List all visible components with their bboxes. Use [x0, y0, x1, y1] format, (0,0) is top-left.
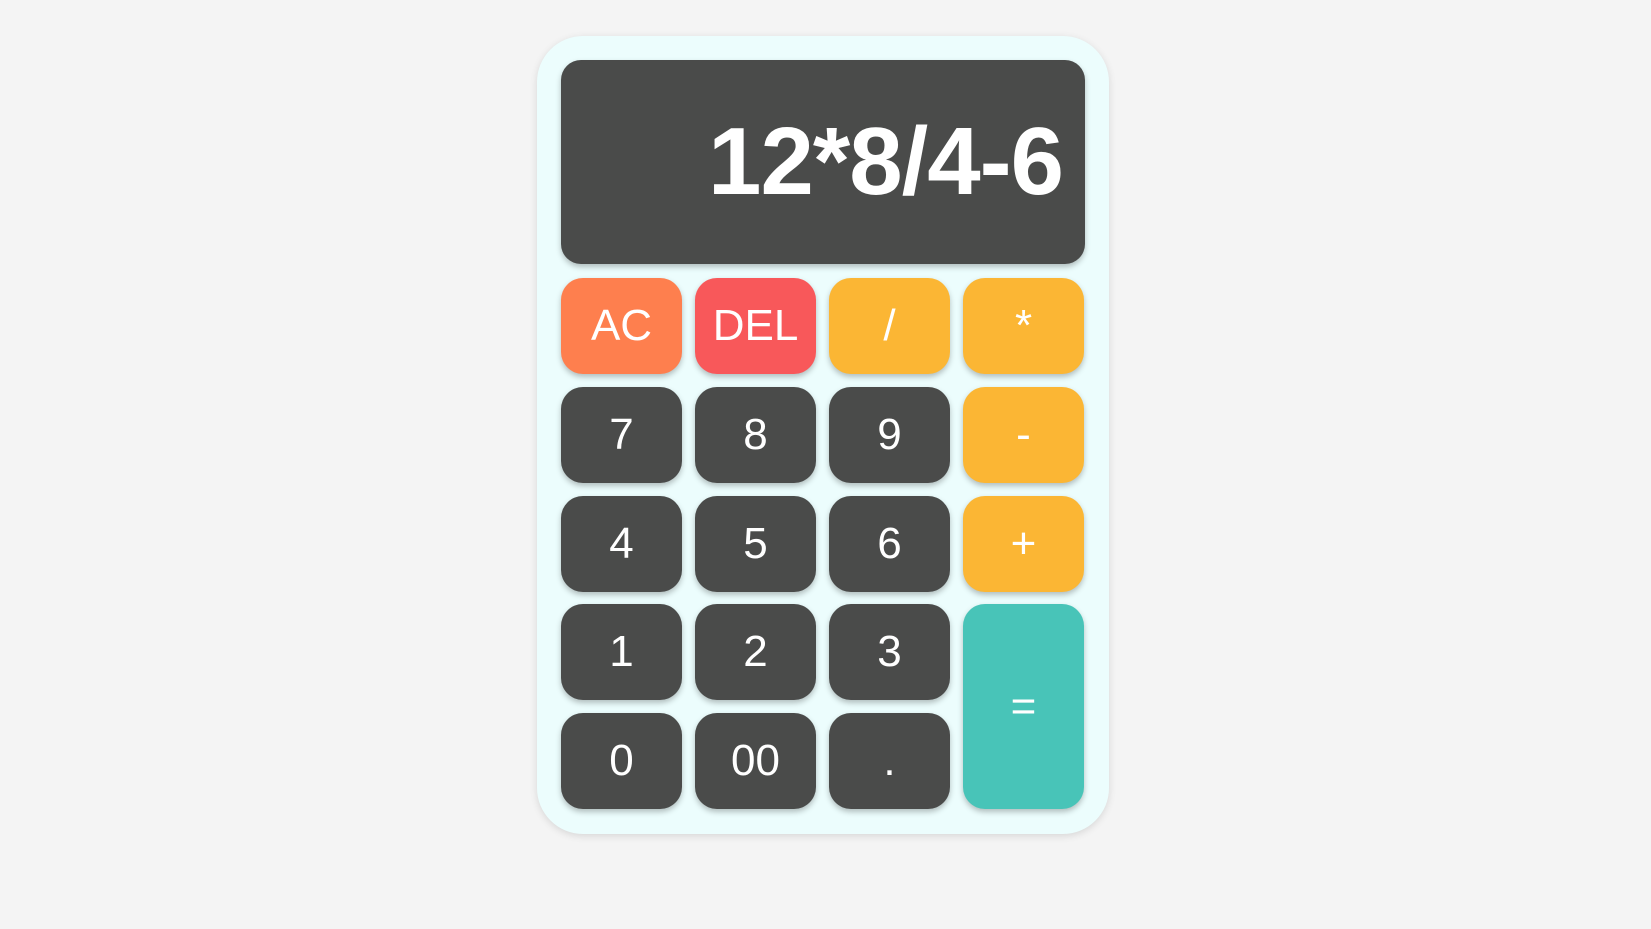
digit-3-button[interactable]: 3: [829, 604, 950, 700]
display-screen: 12*8/4-6: [561, 60, 1085, 264]
digit-8-button[interactable]: 8: [695, 387, 816, 483]
digit-4-button[interactable]: 4: [561, 496, 682, 592]
minus-button[interactable]: -: [963, 387, 1084, 483]
digit-6-button[interactable]: 6: [829, 496, 950, 592]
digit-7-button[interactable]: 7: [561, 387, 682, 483]
decimal-point-button[interactable]: .: [829, 713, 950, 809]
digit-5-button[interactable]: 5: [695, 496, 816, 592]
digit-1-button[interactable]: 1: [561, 604, 682, 700]
equals-button[interactable]: =: [963, 604, 1084, 809]
digit-9-button[interactable]: 9: [829, 387, 950, 483]
all-clear-button[interactable]: AC: [561, 278, 682, 374]
digit-0-button[interactable]: 0: [561, 713, 682, 809]
divide-button[interactable]: /: [829, 278, 950, 374]
digit-2-button[interactable]: 2: [695, 604, 816, 700]
double-zero-button[interactable]: 00: [695, 713, 816, 809]
delete-button[interactable]: DEL: [695, 278, 816, 374]
calculator: 12*8/4-6 AC DEL / * 7 8 9 - 4 5 6 + 1 2 …: [537, 36, 1109, 834]
display-expression: 12*8/4-6: [708, 108, 1064, 215]
multiply-button[interactable]: *: [963, 278, 1084, 374]
plus-button[interactable]: +: [963, 496, 1084, 592]
